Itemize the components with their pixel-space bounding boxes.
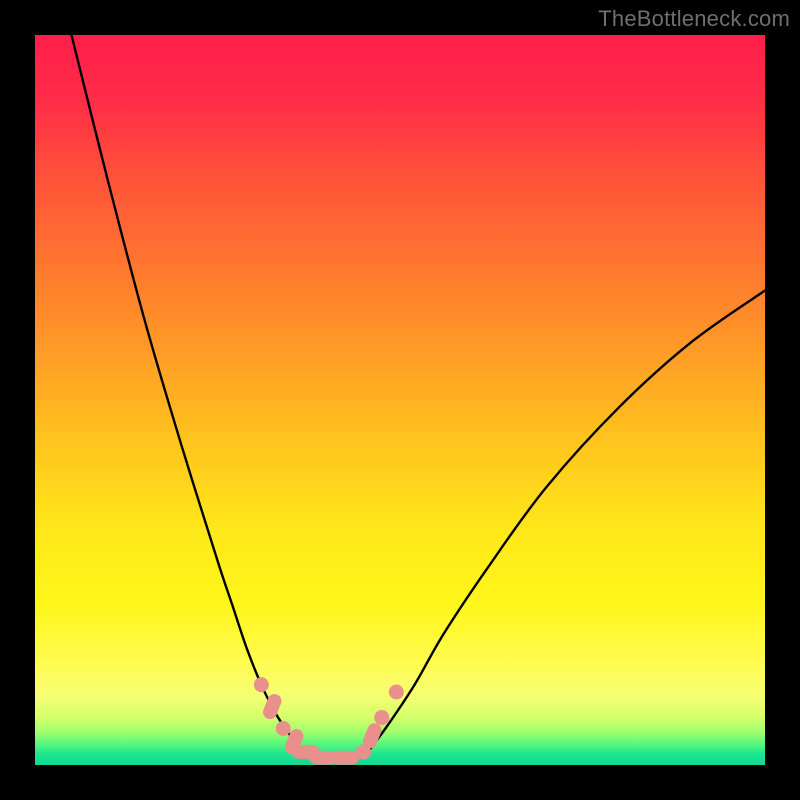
marker-0: [254, 677, 269, 692]
marker-2: [276, 721, 291, 736]
gradient-background: [35, 35, 765, 765]
marker-9: [374, 710, 389, 725]
bottleneck-chart: [35, 35, 765, 765]
watermark-text: TheBottleneck.com: [598, 6, 790, 32]
marker-6: [331, 751, 359, 765]
plot-area: [35, 35, 765, 765]
marker-10: [389, 685, 404, 700]
outer-frame: TheBottleneck.com: [0, 0, 800, 800]
